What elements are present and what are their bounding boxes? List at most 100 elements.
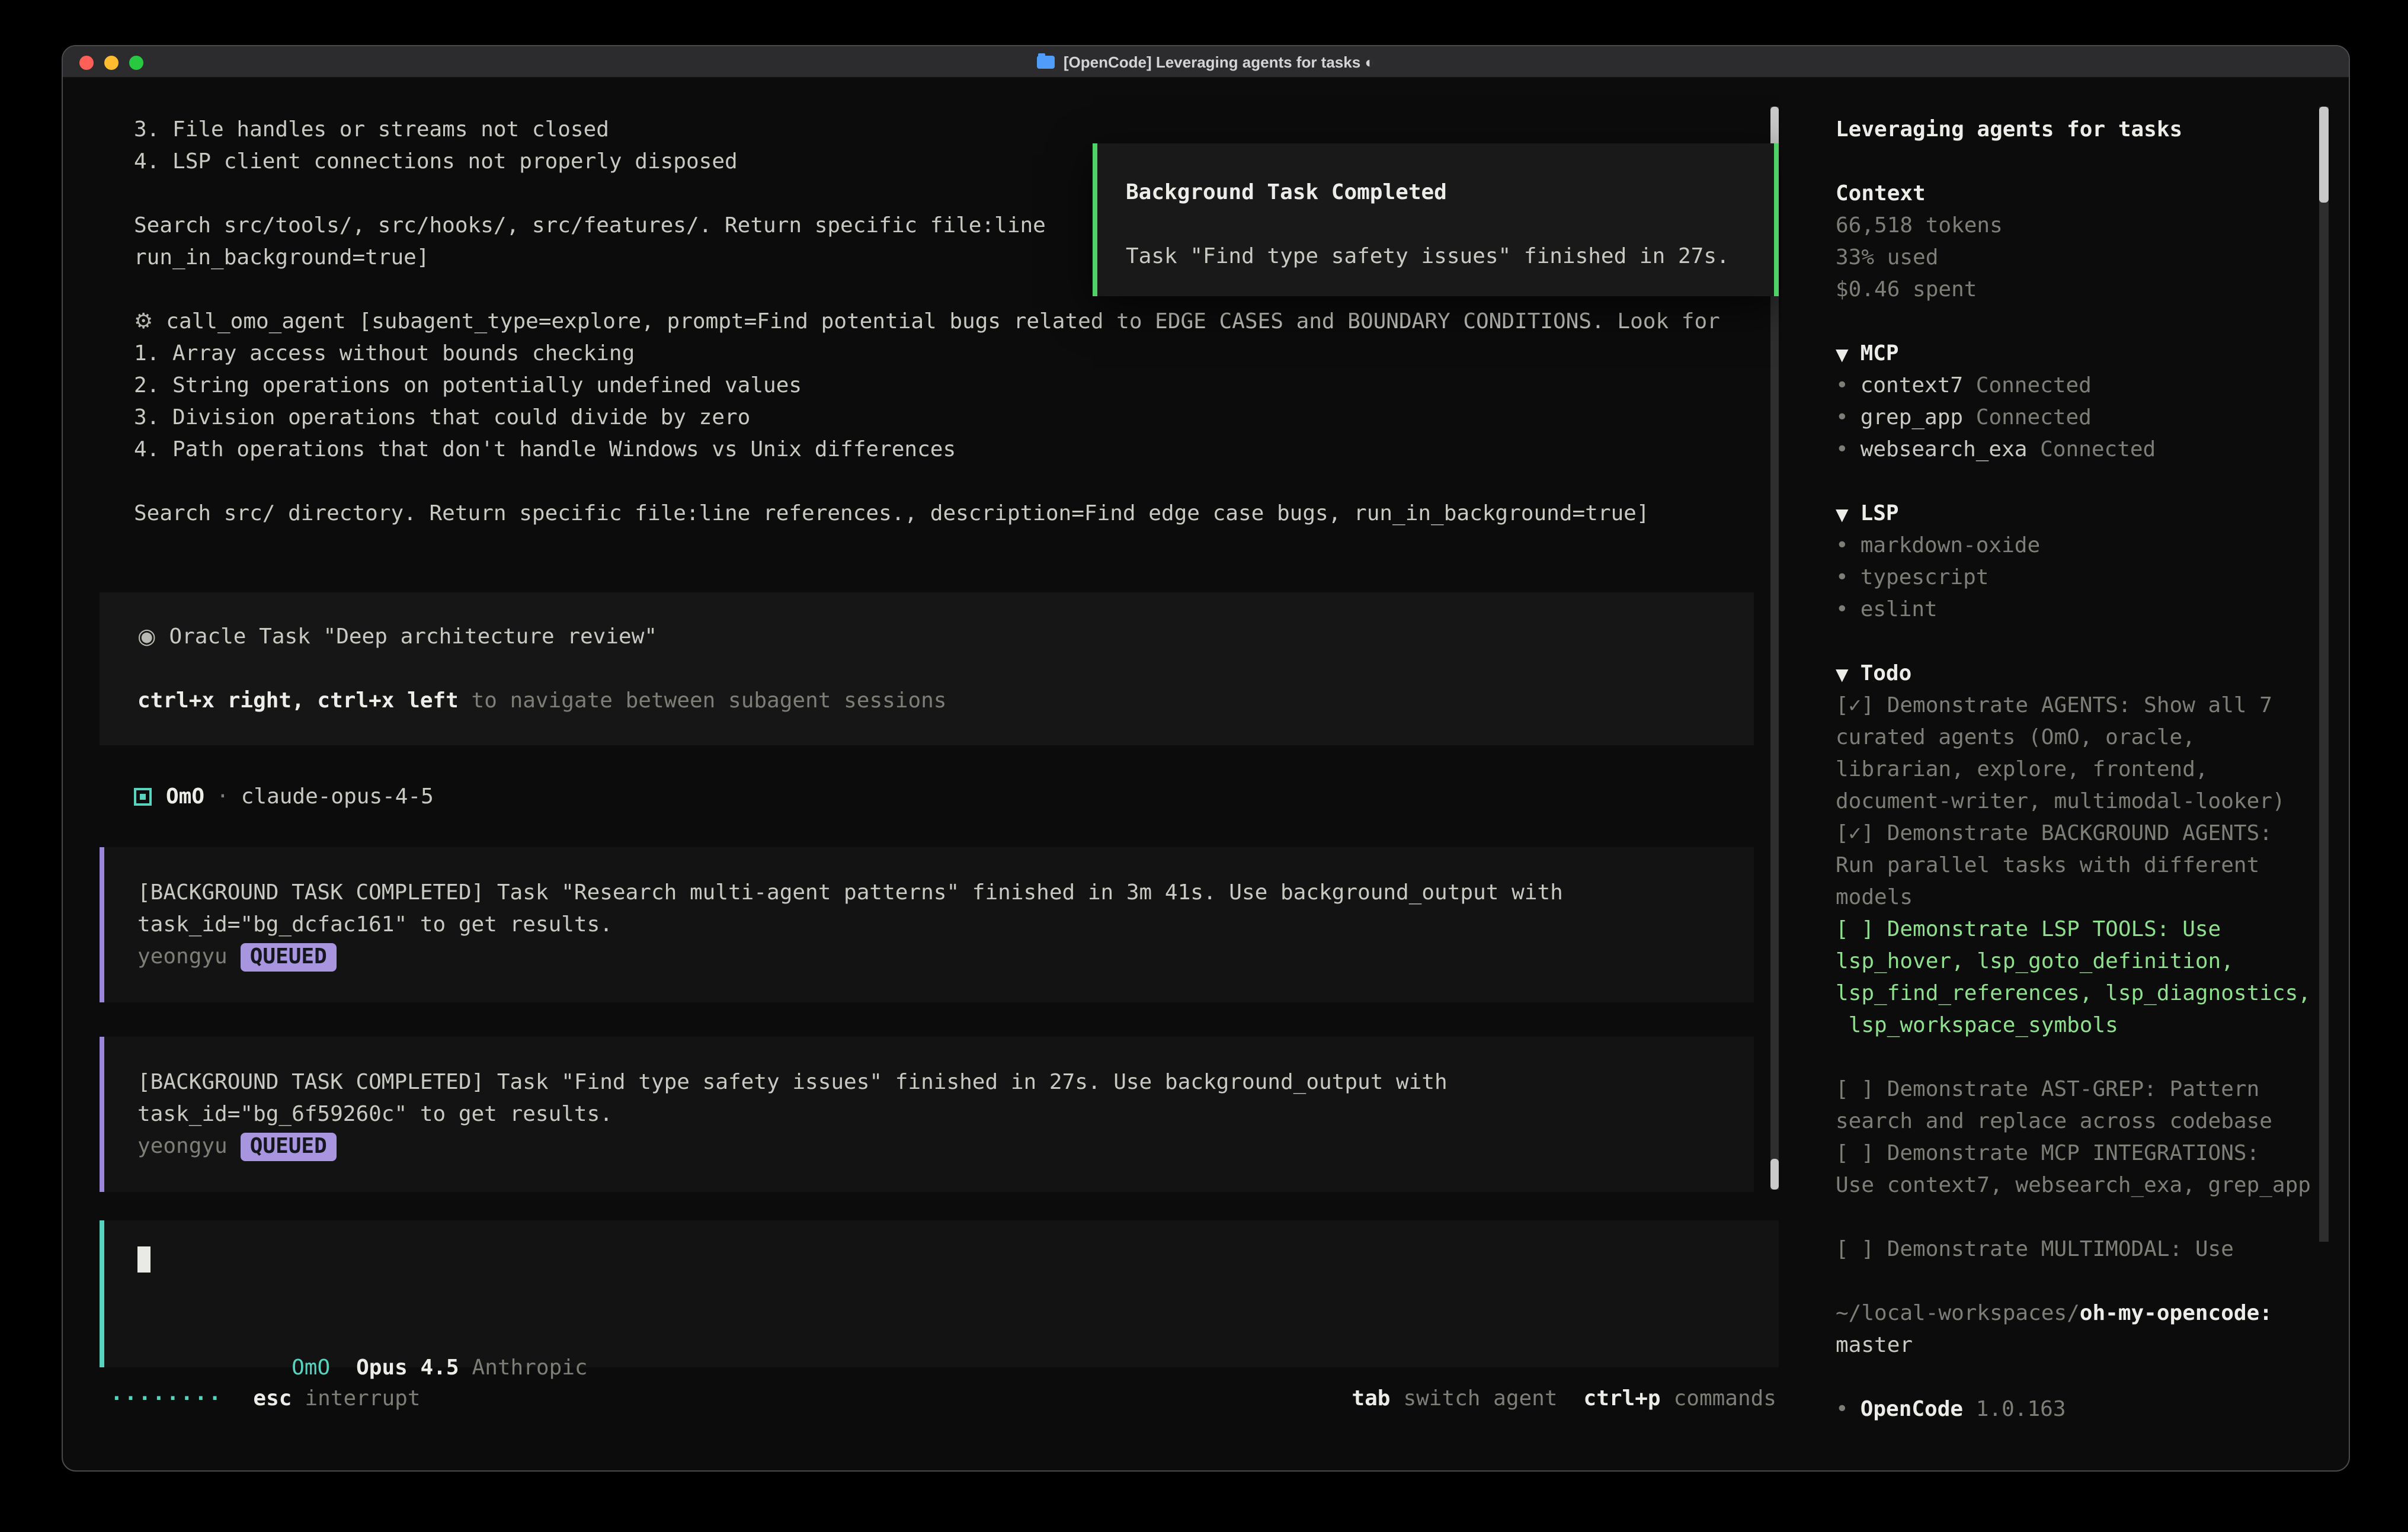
todo-item-line: Run parallel tasks with different bbox=[1836, 850, 2349, 882]
close-button[interactable] bbox=[79, 55, 94, 69]
tab-key-hint: tab bbox=[1352, 1383, 1390, 1415]
tool-call-item: 4. Path operations that don't handle Win… bbox=[63, 434, 1781, 466]
prompt-input[interactable]: OmOOpus 4.5Anthropic bbox=[100, 1220, 1779, 1367]
mcp-item: •context7 Connected bbox=[1836, 370, 2349, 402]
todo-item-line: document-writer, multimodal-looker) bbox=[1836, 786, 2349, 818]
sidebar-scrollbar-thumb[interactable] bbox=[2319, 107, 2329, 203]
version-line: •OpenCode 1.0.163 bbox=[1836, 1393, 2349, 1425]
todo-item-line: [ ] Demonstrate MCP INTEGRATIONS: bbox=[1836, 1137, 2349, 1169]
blank-line bbox=[1836, 466, 2349, 498]
message-text: task_id="bg_dcfac161" to get results. bbox=[104, 909, 1754, 941]
bullet-icon: • bbox=[1836, 437, 1849, 462]
session-title: Leveraging agents for tasks bbox=[1836, 114, 2349, 146]
fisheye-icon: ◉ bbox=[137, 624, 156, 649]
tool-call-line: Search src/ directory. Return specific f… bbox=[63, 498, 1781, 530]
keybinding-text: ctrl+x right, ctrl+x left bbox=[137, 688, 459, 713]
todo-item-line: lsp_find_references, lsp_diagnostics, bbox=[1836, 977, 2349, 1009]
lsp-item: •eslint bbox=[1836, 594, 2349, 626]
queued-badge: QUEUED bbox=[241, 1133, 337, 1161]
notification-title: Background Task Completed bbox=[1097, 177, 1774, 209]
window-title-wrap: [OpenCode] Leveraging agents for tasks ◐ bbox=[63, 46, 2349, 78]
input-model-row: OmOOpus 4.5Anthropic bbox=[137, 1320, 588, 1352]
context-tokens: 66,518 tokens bbox=[1836, 210, 2349, 242]
bullet-icon: • bbox=[1836, 1397, 1849, 1422]
agent-model: claude-opus-4-5 bbox=[241, 781, 434, 813]
esc-key-hint: esc bbox=[253, 1383, 292, 1415]
workspace-branch: master bbox=[1836, 1329, 2349, 1361]
session-sidebar: Leveraging agents for tasks Context 66,5… bbox=[1781, 78, 2349, 1470]
todo-item-line: lsp_workspace_symbols bbox=[1836, 1009, 2349, 1041]
blank-line bbox=[1836, 626, 2349, 658]
bullet-icon: • bbox=[1836, 533, 1849, 558]
blank-line bbox=[100, 653, 1754, 685]
mcp-item: •grep_app Connected bbox=[1836, 402, 2349, 434]
message-author: yeongyu bbox=[137, 1134, 228, 1159]
sidebar-scrollbar-track[interactable] bbox=[2319, 107, 2329, 1242]
maximize-button[interactable] bbox=[129, 55, 143, 69]
notification-toast: Background Task Completed Task "Find typ… bbox=[1093, 143, 1779, 296]
main-scrollbar-thumb-bottom[interactable] bbox=[1770, 1159, 1779, 1190]
tool-call-item: 2. String operations on potentially unde… bbox=[63, 370, 1781, 402]
tool-call-line: ⚙call_omo_agent [subagent_type=explore, … bbox=[63, 306, 1781, 338]
todo-item-line: search and replace across codebase bbox=[1836, 1105, 2349, 1137]
todo-item-line: [ ] Demonstrate LSP TOOLS: Use bbox=[1836, 914, 2349, 946]
separator-dot: · bbox=[216, 781, 229, 813]
todo-item-line: models bbox=[1836, 882, 2349, 914]
blank-line bbox=[1836, 1265, 2349, 1297]
chevron-down-icon: ▼ bbox=[1836, 506, 1849, 525]
terminal-window: [OpenCode] Leveraging agents for tasks ◐… bbox=[62, 45, 2350, 1472]
traffic-lights bbox=[79, 46, 143, 78]
minimize-button[interactable] bbox=[104, 55, 119, 69]
titlebar[interactable]: [OpenCode] Leveraging agents for tasks ◐ bbox=[63, 46, 2349, 78]
message-meta: yeongyuQUEUED bbox=[104, 941, 1754, 973]
todo-item-line: lsp_hover, lsp_goto_definition, bbox=[1836, 946, 2349, 977]
lsp-item: •markdown-oxide bbox=[1836, 530, 2349, 562]
blank-line bbox=[1836, 306, 2349, 338]
blank-line bbox=[1836, 1041, 2349, 1073]
oracle-nav-hint: ctrl+x right, ctrl+x left to navigate be… bbox=[100, 685, 1754, 717]
blank-line bbox=[1836, 146, 2349, 178]
spinner-dots: ········ bbox=[110, 1383, 222, 1415]
blank-line bbox=[1836, 1361, 2349, 1393]
blank-line bbox=[63, 466, 1781, 498]
todo-item-line: [ ] Demonstrate AST-GREP: Pattern bbox=[1836, 1073, 2349, 1105]
tool-call-item: 1. Array access without bounds checking bbox=[63, 338, 1781, 370]
lsp-heading[interactable]: ▼LSP bbox=[1836, 498, 2349, 530]
mcp-heading[interactable]: ▼MCP bbox=[1836, 338, 2349, 370]
todo-heading[interactable]: ▼Todo bbox=[1836, 658, 2349, 690]
bullet-icon: • bbox=[1836, 373, 1849, 398]
todo-item-line: curated agents (OmO, oracle, bbox=[1836, 722, 2349, 754]
esc-key-label: interrupt bbox=[305, 1383, 420, 1415]
input-provider-name: Anthropic bbox=[472, 1355, 588, 1380]
oracle-task-panel: ◉Oracle Task "Deep architecture review" … bbox=[100, 592, 1754, 745]
agent-header: OmO · claude-opus-4-5 bbox=[63, 781, 1781, 813]
screen: [OpenCode] Leveraging agents for tasks ◐… bbox=[0, 0, 2408, 1532]
input-agent-name[interactable]: OmO bbox=[292, 1355, 330, 1380]
message-meta: yeongyu QUEUED bbox=[104, 1130, 1754, 1162]
terminal-line: 3. File handles or streams not closed bbox=[63, 114, 1781, 146]
ctrlp-key-hint: ctrl+p bbox=[1584, 1383, 1661, 1415]
context-spent: $0.46 spent bbox=[1836, 274, 2349, 306]
gear-icon: ⚙ bbox=[134, 309, 153, 334]
todo-item-line: librarian, explore, frontend, bbox=[1836, 754, 2349, 786]
workspace-path: ~/local-workspaces/oh-my-opencode: bbox=[1836, 1297, 2349, 1329]
context-heading: Context bbox=[1836, 178, 2349, 210]
blank-line bbox=[1836, 1201, 2349, 1233]
agent-square-icon bbox=[134, 788, 152, 806]
notification-body: Task "Find type safety issues" finished … bbox=[1097, 241, 1774, 273]
mcp-item: •websearch_exa Connected bbox=[1836, 434, 2349, 466]
input-model-name[interactable]: Opus 4.5 bbox=[356, 1355, 459, 1380]
window-title: [OpenCode] Leveraging agents for tasks ◐ bbox=[1064, 53, 1374, 71]
context-used: 33% used bbox=[1836, 242, 2349, 274]
todo-item-line: [✓] Demonstrate AGENTS: Show all 7 bbox=[1836, 690, 2349, 722]
chevron-down-icon: ▼ bbox=[1836, 346, 1849, 365]
background-task-message: [BACKGROUND TASK COMPLETED] Task "Resear… bbox=[100, 847, 1754, 1002]
tool-call-item: 3. Division operations that could divide… bbox=[63, 402, 1781, 434]
text-cursor bbox=[137, 1246, 150, 1273]
message-text: task_id="bg_6f59260c" to get results. bbox=[104, 1098, 1754, 1130]
agent-name: OmO bbox=[166, 781, 204, 813]
blank-line bbox=[1097, 209, 1774, 241]
todo-item-line: [✓] Demonstrate BACKGROUND AGENTS: bbox=[1836, 818, 2349, 850]
message-text: [BACKGROUND TASK COMPLETED] Task "Find t… bbox=[104, 1066, 1754, 1098]
background-task-message: [BACKGROUND TASK COMPLETED] Task "Find t… bbox=[100, 1037, 1754, 1192]
